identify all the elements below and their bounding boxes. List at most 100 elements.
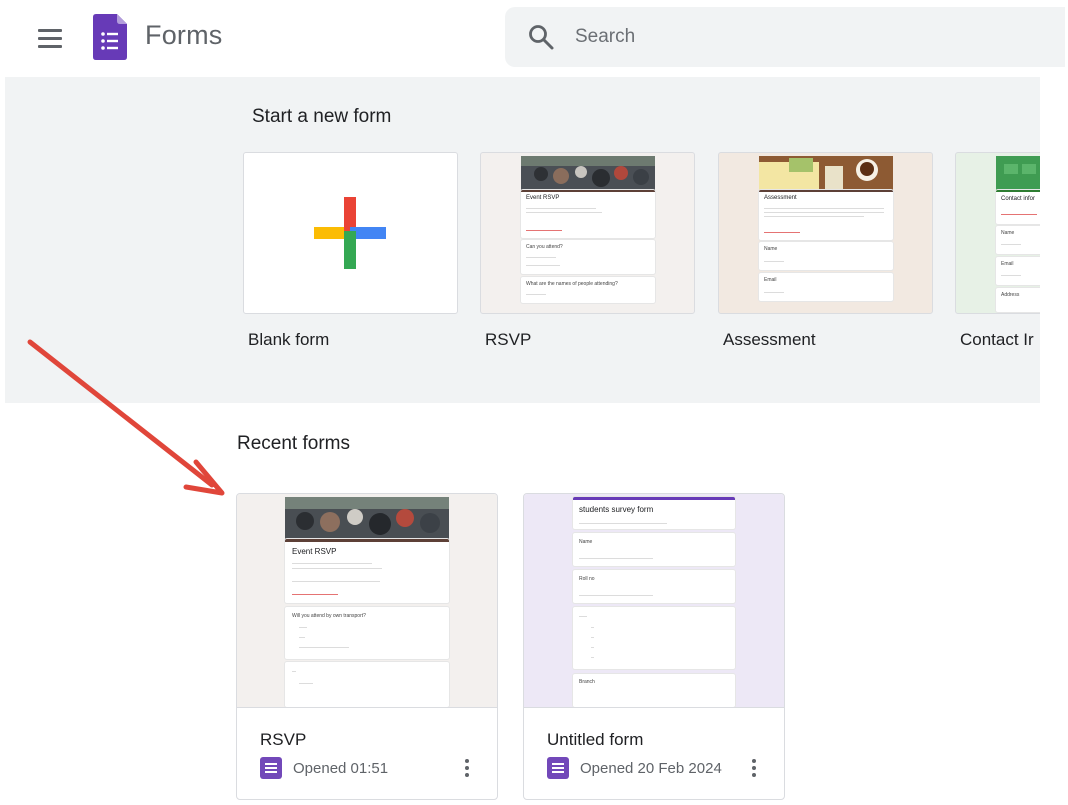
app-header: Forms bbox=[0, 0, 1068, 77]
mini-line bbox=[764, 212, 884, 213]
template-contact-information[interactable]: Contact infor Name Email Address Contact… bbox=[955, 152, 1040, 350]
template-gallery: Start a new form Blank form Event RSVP C… bbox=[5, 77, 1040, 403]
mini-form-header: Contact infor bbox=[996, 190, 1040, 224]
mini-line bbox=[292, 563, 372, 564]
template-label: Assessment bbox=[723, 330, 816, 349]
coffee-desk-banner bbox=[759, 156, 893, 190]
mini-form-header: students survey form bbox=[573, 497, 735, 529]
mini-question: Name bbox=[764, 246, 778, 252]
mini-form-title: students survey form bbox=[579, 505, 654, 514]
opened-time: Opened 20 Feb 2024 bbox=[580, 759, 722, 777]
mini-form-title: Assessment bbox=[764, 195, 797, 201]
mini-form-header: Event RSVP bbox=[521, 190, 655, 238]
mini-form-header: Assessment bbox=[759, 190, 893, 240]
mini-question: Can you attend? bbox=[526, 244, 563, 250]
mini-question-card: Can you attend? bbox=[521, 240, 655, 274]
mini-question-card: Address bbox=[996, 288, 1040, 312]
mini-line bbox=[526, 257, 556, 258]
mini-line bbox=[764, 261, 784, 262]
mini-line bbox=[591, 637, 594, 638]
recent-form-card-untitled[interactable]: students survey form Name Roll no Branch… bbox=[523, 493, 785, 800]
template-thumbnail[interactable]: Event RSVP Can you attend? What are the … bbox=[480, 152, 695, 314]
mini-question: Name bbox=[1001, 230, 1015, 236]
mini-line bbox=[299, 647, 349, 648]
template-thumbnail[interactable]: Contact infor Name Email Address bbox=[955, 152, 1040, 314]
template-thumbnail[interactable]: Assessment Name Email bbox=[718, 152, 933, 314]
mini-question: Email bbox=[764, 277, 777, 283]
mini-line bbox=[292, 671, 296, 672]
hamburger-line bbox=[38, 28, 62, 32]
mini-line bbox=[579, 523, 667, 524]
mini-line bbox=[764, 216, 864, 217]
mini-line bbox=[292, 568, 382, 569]
mini-question: Will you attend by own transport? bbox=[292, 613, 366, 619]
hamburger-line bbox=[38, 44, 62, 48]
template-thumbnail[interactable] bbox=[243, 152, 458, 314]
mini-question-card bbox=[285, 662, 449, 707]
mini-question-card: Will you attend by own transport? bbox=[285, 607, 449, 659]
recent-form-card-rsvp[interactable]: Event RSVP Will you attend by own transp… bbox=[236, 493, 498, 800]
template-label: Blank form bbox=[248, 330, 330, 349]
mini-line bbox=[526, 294, 546, 295]
recent-form-meta: Opened 01:51 bbox=[260, 756, 388, 780]
mini-line bbox=[579, 595, 653, 596]
form-thumbnail[interactable]: Event RSVP Will you attend by own transp… bbox=[237, 494, 497, 707]
hamburger-line bbox=[38, 36, 62, 40]
mini-question: Roll no bbox=[579, 576, 595, 582]
more-options-icon[interactable] bbox=[457, 756, 477, 780]
template-label: RSVP bbox=[485, 330, 532, 349]
mini-question-card: Name bbox=[573, 533, 735, 566]
mini-line bbox=[526, 265, 560, 266]
mini-line bbox=[299, 637, 305, 638]
recent-form-name: RSVP bbox=[260, 730, 307, 749]
event-photo-banner bbox=[521, 156, 655, 190]
card-divider bbox=[524, 707, 784, 708]
mini-form-title: Event RSVP bbox=[526, 195, 560, 201]
card-divider bbox=[237, 707, 497, 708]
contact-banner bbox=[996, 156, 1040, 190]
start-new-form-title: Start a new form bbox=[252, 106, 392, 127]
mini-question-card: What are the names of people attending? bbox=[521, 277, 655, 303]
recent-form-name: Untitled form bbox=[547, 730, 644, 749]
mini-line bbox=[764, 208, 884, 209]
search-box[interactable] bbox=[505, 7, 1065, 67]
mini-line bbox=[591, 627, 594, 628]
main-menu-button[interactable] bbox=[28, 18, 72, 58]
template-blank-form[interactable]: Blank form bbox=[243, 152, 458, 350]
recent-form-meta: Opened 20 Feb 2024 bbox=[547, 756, 722, 780]
mini-line bbox=[591, 657, 594, 658]
forms-logo-icon[interactable] bbox=[93, 14, 127, 60]
app-title[interactable]: Forms bbox=[145, 20, 223, 51]
form-thumbnail[interactable]: students survey form Name Roll no Branch bbox=[524, 494, 784, 707]
mini-line bbox=[1001, 244, 1021, 245]
template-label: Contact Ir bbox=[960, 330, 1034, 349]
mini-line bbox=[579, 558, 653, 559]
plus-icon bbox=[314, 197, 386, 269]
mini-line bbox=[292, 594, 338, 595]
opened-time: Opened 01:51 bbox=[293, 759, 389, 777]
mini-line bbox=[1001, 214, 1037, 215]
mini-question: Address bbox=[1001, 292, 1020, 298]
mini-question: What are the names of people attending? bbox=[526, 281, 618, 287]
recent-forms-title: Recent forms bbox=[237, 433, 350, 454]
mini-question-card: Name bbox=[759, 242, 893, 270]
more-options-icon[interactable] bbox=[744, 756, 764, 780]
mini-line bbox=[299, 627, 307, 628]
form-icon bbox=[547, 757, 569, 779]
mini-line bbox=[526, 230, 562, 231]
mini-question: Email bbox=[1001, 261, 1014, 267]
mini-question-card: Branch bbox=[573, 674, 735, 707]
mini-line bbox=[1001, 275, 1021, 276]
mini-form-title: Event RSVP bbox=[292, 547, 337, 556]
search-input[interactable] bbox=[575, 21, 1035, 53]
mini-line bbox=[579, 616, 587, 617]
mini-line bbox=[526, 208, 596, 209]
template-rsvp[interactable]: Event RSVP Can you attend? What are the … bbox=[480, 152, 695, 350]
template-assessment[interactable]: Assessment Name Email Assessment bbox=[718, 152, 933, 350]
mini-question-card bbox=[573, 607, 735, 669]
mini-line bbox=[526, 212, 602, 213]
search-icon[interactable] bbox=[527, 23, 555, 51]
mini-question-card: Email bbox=[759, 273, 893, 301]
event-photo-banner bbox=[285, 497, 449, 539]
mini-line bbox=[764, 292, 784, 293]
